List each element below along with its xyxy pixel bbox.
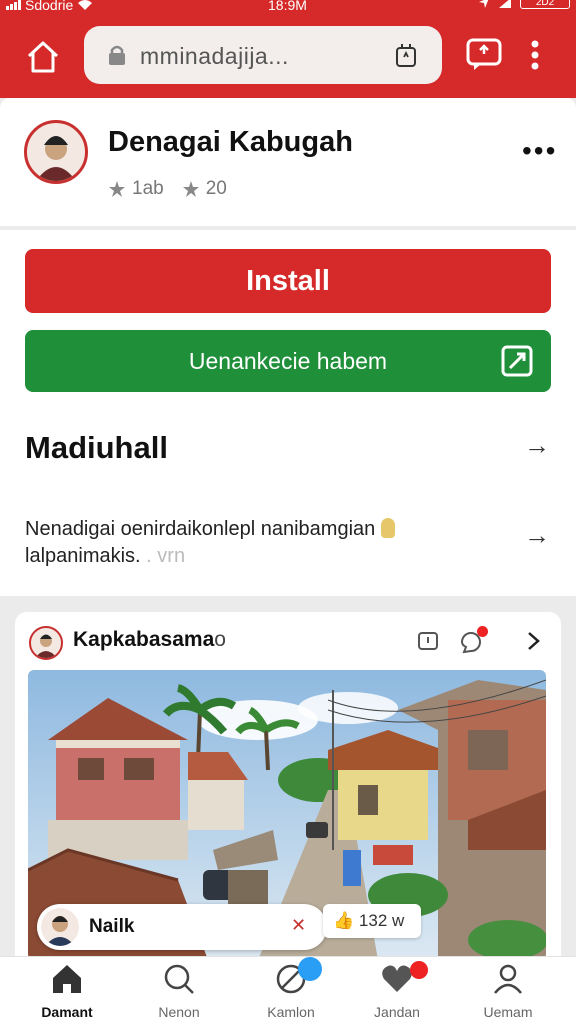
star-icon [182,181,199,197]
browser-top-bar: Sdodrie 18:9M 2D2 mminadajija... [0,0,576,98]
thumbs-up-icon: 👍 [333,911,355,930]
app-meta: 1ab 20 [108,178,227,200]
nav-item-profile[interactable]: Uemam [453,963,563,1020]
lock-icon [109,45,125,65]
feed-post-card[interactable]: Kapkabasamao Nailk ✕ 👍 132 w [15,612,561,972]
status-time: 18:9M [268,0,307,13]
signal-icon [6,0,21,10]
wifi-icon [78,0,93,10]
chevron-right-icon[interactable] [523,630,543,652]
section-description: Nenadigai oenirdaikonlepl nanibamgian la… [25,516,495,570]
status-bar: Sdodrie 18:9M 2D2 [0,0,576,16]
browser-menu-button[interactable] [530,40,540,75]
nav-item-home[interactable]: Damant [12,963,122,1020]
post-avatar [29,626,63,660]
app-avatar [24,120,88,184]
author-avatar [41,908,79,946]
edit-box-icon [501,345,533,377]
carrier-group: Sdodrie [6,0,93,13]
url-text: mminadajija... [140,43,289,69]
author-name: Nailk [89,916,135,937]
description-arrow-icon[interactable]: → [524,520,550,551]
status-right-icons: 2D2 [478,0,570,9]
post-author-name: Kapkabasamao [73,628,226,651]
likes-chip[interactable]: 👍 132 w [323,904,421,938]
section-arrow-icon[interactable]: → [524,430,550,461]
carrier-name: Sdodrie [25,0,74,13]
explore-badge [298,957,322,981]
secondary-action-button[interactable]: Uenankecie habem [25,330,551,392]
description-line2: lalpanimakis. [25,545,141,567]
description-fade: . vrn [140,545,186,567]
kebab-menu-icon [531,40,539,70]
notification-button[interactable] [459,626,488,659]
app-header-card: Denagai Kabugah 1ab 20 ••• [0,98,576,226]
nav-item-explore[interactable]: Kamlon [236,957,346,1020]
home-button[interactable] [22,36,64,78]
nav-item-likes[interactable]: Jandan [342,961,452,1020]
notification-badge [477,626,488,637]
home-icon [27,41,59,73]
profile-icon [494,964,522,994]
battery-icon: 2D2 [520,0,570,9]
home-icon [53,965,81,993]
bottom-navigation: Damant Nenon Kamlon Jandan Uemam [0,956,576,1024]
info-box-icon[interactable] [417,630,439,652]
signal-strength-icon [499,0,511,8]
bulb-icon [380,518,395,538]
star-icon [109,181,125,197]
search-icon [164,964,194,994]
post-author-chip[interactable]: Nailk ✕ [37,904,327,950]
likes-badge [410,961,428,979]
close-icon[interactable]: ✕ [291,915,306,936]
tabs-icon[interactable] [395,42,417,68]
app-name: Denagai Kabugah [108,126,353,158]
address-bar[interactable]: mminadajija... [84,26,442,84]
install-button[interactable]: Install [25,249,551,313]
section-title: Madiuhall [25,430,168,465]
share-icon [466,38,502,70]
rating-value: 20 [205,178,227,199]
app-actions-panel: Install Uenankecie habem Madiuhall → Nen… [0,230,576,596]
description-line1: Nenadigai oenirdaikonlepl nanibamgian [25,518,376,540]
location-icon [479,0,489,8]
likes-count: 132 w [358,911,405,930]
share-button[interactable] [466,38,502,77]
app-more-button[interactable]: ••• [522,137,557,165]
secondary-action-label: Uenankecie habem [188,348,388,374]
rating-count: 1ab [132,178,164,199]
nav-item-search[interactable]: Nenon [124,963,234,1020]
heart-icon [382,965,412,992]
